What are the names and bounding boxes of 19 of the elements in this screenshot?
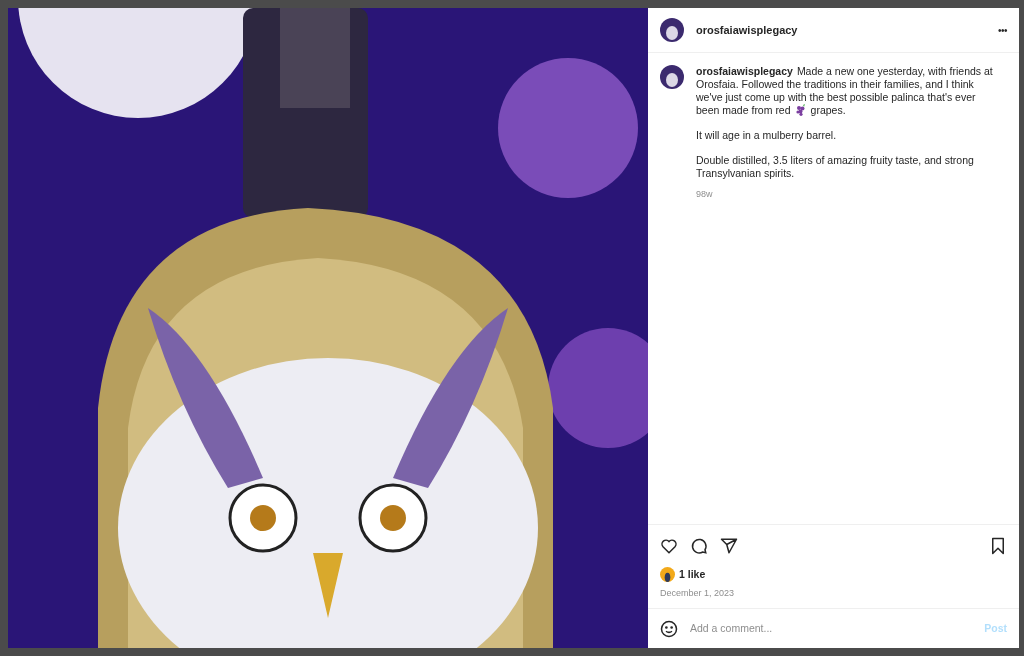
post-date: December 1, 2023 — [660, 586, 736, 600]
bookmark-icon[interactable] — [989, 536, 1007, 555]
caption-text: orosfaiawisplegacy Made a new one yesterday, with friends at Orosfaia. Followed the traditions in their families, and I think we've just come up with the best possible palinca that's ever been made from red grapes. — [696, 65, 994, 117]
comment-icon[interactable] — [690, 536, 708, 555]
heart-icon[interactable] — [660, 536, 678, 555]
comment-field[interactable]: Add a comment... — [690, 620, 973, 637]
grape-icon — [794, 104, 807, 116]
caption-username[interactable]: orosfaiawisplegacy — [696, 65, 793, 77]
avatar[interactable] — [660, 18, 684, 42]
like-count[interactable]: 1 like — [679, 566, 706, 583]
avatar[interactable] — [660, 65, 684, 89]
post-age: 98w — [696, 188, 714, 201]
more-button[interactable]: ••• — [998, 22, 1007, 38]
avatar[interactable] — [660, 567, 675, 583]
caption-paragraph: Double distilled, 3.5 liters of amazing fruity taste, and strong Transylvanian spirits. — [696, 154, 975, 180]
username[interactable]: orosfaiawisplegacy — [696, 21, 986, 39]
emoji-icon[interactable] — [660, 619, 678, 638]
caption-paragraph: It will age in a mulberry barrel. — [696, 129, 838, 142]
send-icon[interactable] — [720, 536, 738, 555]
